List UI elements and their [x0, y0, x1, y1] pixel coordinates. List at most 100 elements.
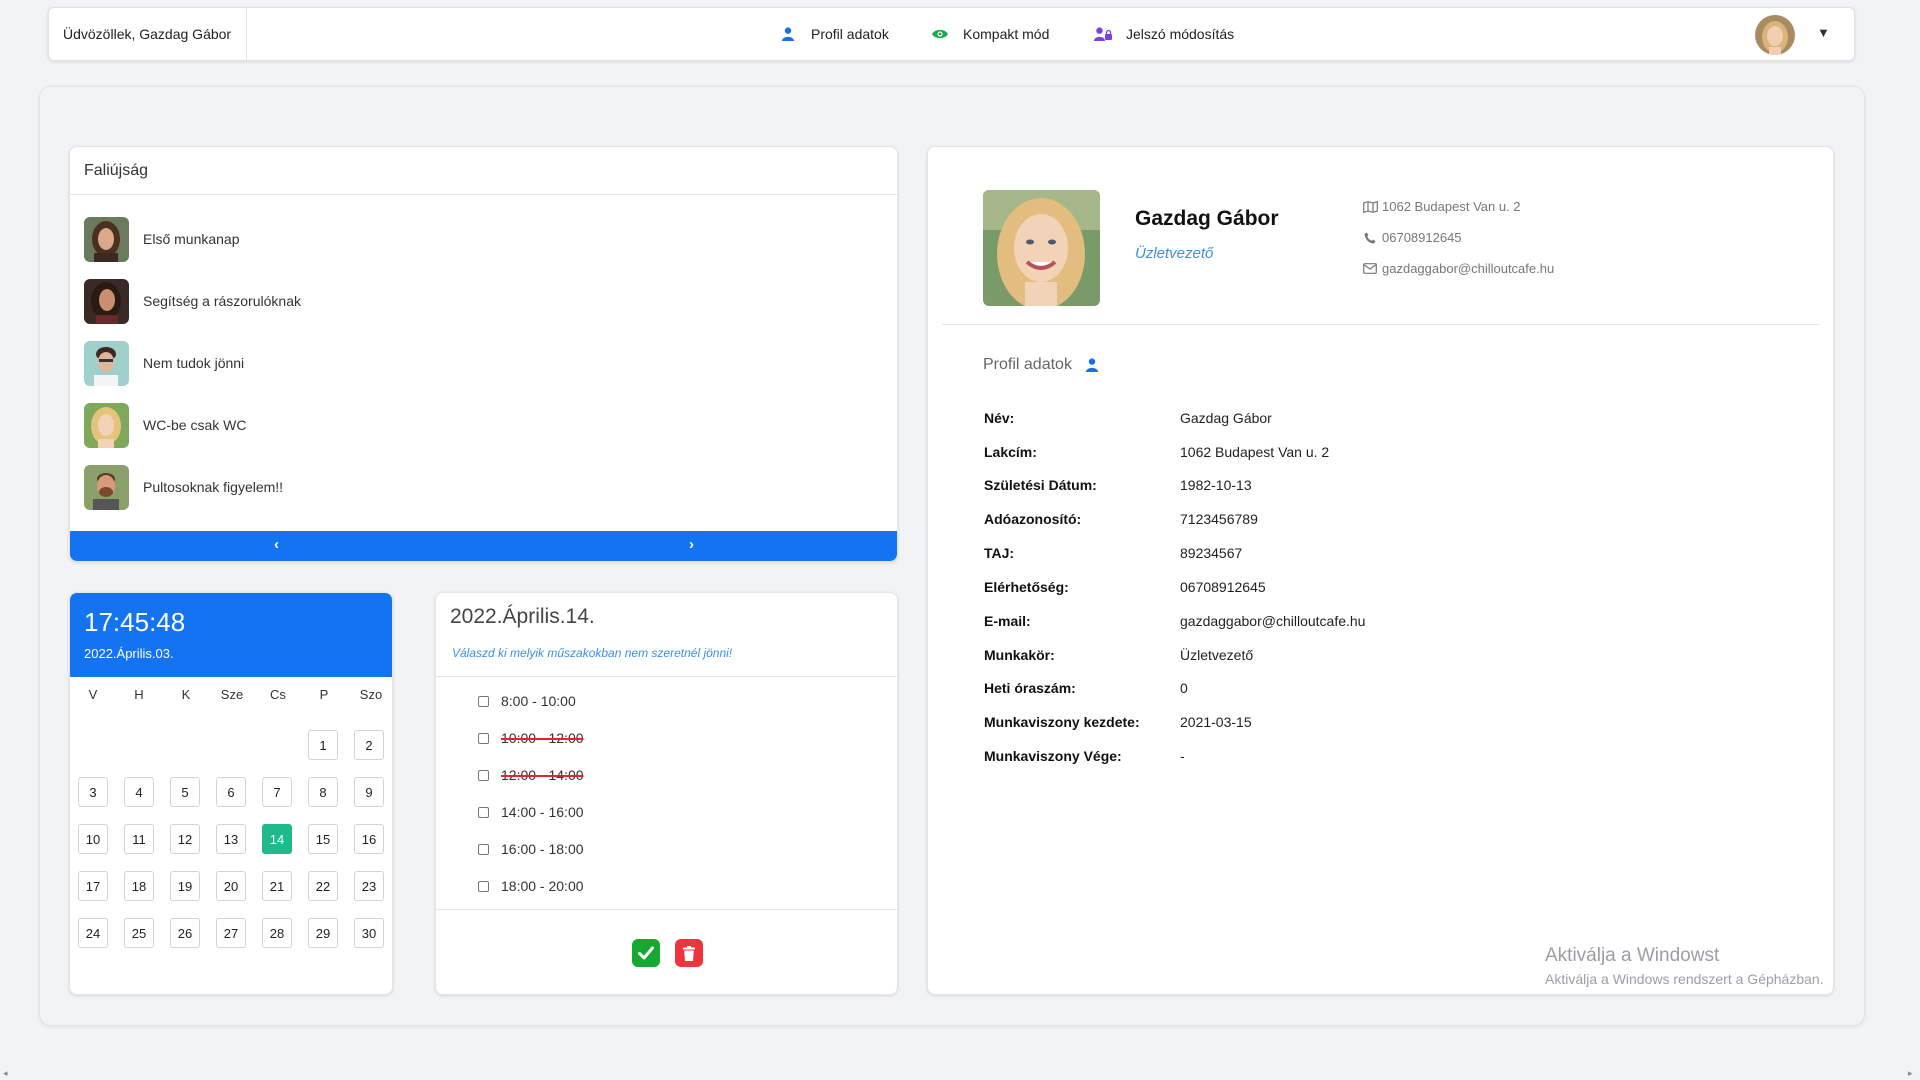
shift-checkbox[interactable]: [478, 769, 489, 781]
field-value: gazdaggabor@chilloutcafe.hu: [1180, 613, 1366, 629]
field-label: Elérhetőség:: [984, 579, 1069, 595]
wall-post[interactable]: Pultosoknak figyelem!!: [84, 464, 283, 510]
calendar-day[interactable]: 15: [308, 824, 338, 854]
field-label: Heti óraszám:: [984, 680, 1076, 696]
divider: [436, 909, 897, 910]
divider: [436, 676, 897, 677]
wall-post[interactable]: Első munkanap: [84, 216, 240, 262]
calendar-day[interactable]: 27: [216, 918, 246, 948]
shift-date-title: 2022.Április.14.: [450, 605, 595, 628]
user-icon: [779, 25, 797, 43]
nav-compact-mode[interactable]: Kompakt mód: [931, 8, 1049, 60]
field-value: 1062 Budapest Van u. 2: [1180, 444, 1330, 460]
shift-checkbox[interactable]: [478, 843, 489, 855]
profile-name: Gazdag Gábor: [1135, 207, 1279, 230]
calendar-day[interactable]: 23: [354, 871, 384, 901]
calendar-day[interactable]: 7: [262, 777, 292, 807]
profile-section-title: Profil adatok: [983, 356, 1098, 374]
calendar-day[interactable]: 30: [354, 918, 384, 948]
field-label: Születési Dátum:: [984, 477, 1097, 493]
calendar-day[interactable]: 18: [124, 871, 154, 901]
calendar-day[interactable]: 25: [124, 918, 154, 948]
calendar-day[interactable]: 22: [308, 871, 338, 901]
calendar-day[interactable]: 9: [354, 777, 384, 807]
confirm-button[interactable]: [632, 939, 660, 967]
map-icon: [1362, 200, 1378, 214]
calendar-day[interactable]: 4: [124, 777, 154, 807]
shift-slot-label: 18:00 - 20:00: [501, 878, 584, 894]
wall-post[interactable]: Nem tudok jönni: [84, 340, 244, 386]
profile-address: 1062 Budapest Van u. 2: [1362, 199, 1521, 214]
shift-slot-label: 8:00 - 10:00: [501, 693, 576, 709]
profile-phone-text: 06708912645: [1382, 230, 1462, 245]
profile-role: Üzletvezető: [1135, 245, 1214, 262]
post-title: Első munkanap: [143, 231, 240, 247]
nav-profile-data[interactable]: Profil adatok: [779, 8, 889, 60]
field-label: E-mail:: [984, 613, 1031, 629]
nav-profile-data-label: Profil adatok: [811, 26, 889, 42]
shift-slot[interactable]: 18:00 - 20:00: [478, 876, 584, 896]
calendar-day[interactable]: 21: [262, 871, 292, 901]
weekday-label: P: [319, 687, 329, 702]
shift-slot-label: 12:00 - 14:00: [501, 767, 584, 783]
profile-address-text: 1062 Budapest Van u. 2: [1382, 199, 1521, 214]
trash-icon: [683, 945, 695, 961]
shift-checkbox[interactable]: [478, 880, 489, 892]
shift-checkbox[interactable]: [478, 732, 489, 744]
wall-post[interactable]: Segítség a rászorulóknak: [84, 278, 301, 324]
shift-slot[interactable]: 12:00 - 14:00: [478, 765, 584, 785]
field-value: 1982-10-13: [1180, 477, 1252, 493]
calendar-day[interactable]: 20: [216, 871, 246, 901]
post-title: WC-be csak WC: [143, 417, 247, 433]
user-menu-caret-icon[interactable]: ▼: [1817, 25, 1830, 40]
shift-card: 2022.Április.14. Válaszd ki melyik műsza…: [435, 592, 898, 995]
calendar-day[interactable]: 5: [170, 777, 200, 807]
delete-button[interactable]: [675, 939, 703, 967]
calendar-day[interactable]: 14: [262, 824, 292, 854]
calendar-day[interactable]: 2: [354, 730, 384, 760]
greeting: Üdvözöllek, Gazdag Gábor: [49, 8, 247, 60]
shift-checkbox[interactable]: [478, 695, 489, 707]
shift-hint: Válaszd ki melyik műszakokban nem szeret…: [452, 646, 733, 660]
wall-post[interactable]: WC-be csak WC: [84, 402, 246, 448]
post-title: Nem tudok jönni: [143, 355, 245, 371]
post-avatar: [84, 340, 129, 386]
user-lock-icon: [1094, 25, 1112, 43]
calendar-day[interactable]: 8: [308, 777, 338, 807]
field-label: TAJ:: [984, 545, 1015, 561]
nav-compact-mode-label: Kompakt mód: [963, 26, 1050, 42]
divider: [942, 324, 1819, 325]
calendar-day[interactable]: 6: [216, 777, 246, 807]
eye-icon: [931, 25, 949, 43]
user-avatar[interactable]: [1755, 15, 1795, 55]
calendar-day[interactable]: 10: [78, 824, 108, 854]
shift-slot-label: 10:00 - 12:00: [501, 730, 584, 746]
scroll-left-icon[interactable]: ◂: [3, 1068, 8, 1079]
calendar-day[interactable]: 1: [308, 730, 338, 760]
wall-prev-button[interactable]: ‹: [274, 536, 279, 553]
shift-slot[interactable]: 8:00 - 10:00: [478, 691, 576, 711]
calendar-day[interactable]: 19: [170, 871, 200, 901]
calendar-day[interactable]: 3: [78, 777, 108, 807]
calendar-day[interactable]: 16: [354, 824, 384, 854]
post-title: Segítség a rászorulóknak: [143, 293, 301, 309]
post-avatar: [84, 278, 129, 324]
calendar-day[interactable]: 26: [170, 918, 200, 948]
shift-checkbox[interactable]: [478, 806, 489, 818]
wall-next-button[interactable]: ›: [689, 536, 694, 553]
calendar-day[interactable]: 12: [170, 824, 200, 854]
calendar-day[interactable]: 29: [308, 918, 338, 948]
calendar-day[interactable]: 28: [262, 918, 292, 948]
shift-slot[interactable]: 14:00 - 16:00: [478, 802, 584, 822]
calendar-day[interactable]: 17: [78, 871, 108, 901]
clock-date: 2022.Április.03.: [84, 646, 174, 661]
calendar-day[interactable]: 24: [78, 918, 108, 948]
calendar-day[interactable]: 11: [124, 824, 154, 854]
scroll-right-icon[interactable]: ▸: [1908, 1068, 1913, 1079]
nav-password-change[interactable]: Jelszó módosítás: [1094, 8, 1234, 60]
field-value: 7123456789: [1180, 511, 1258, 527]
profile-phone: 06708912645: [1362, 230, 1462, 245]
shift-slot[interactable]: 16:00 - 18:00: [478, 839, 584, 859]
shift-slot[interactable]: 10:00 - 12:00: [478, 728, 584, 748]
calendar-day[interactable]: 13: [216, 824, 246, 854]
